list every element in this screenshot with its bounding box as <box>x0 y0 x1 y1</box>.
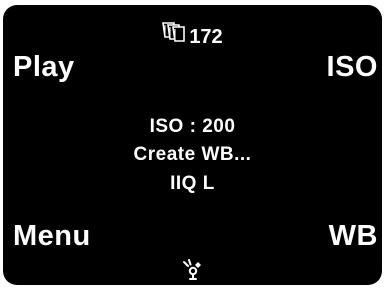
menu-softkey[interactable]: Menu <box>13 222 91 251</box>
connection-indicator <box>3 259 382 281</box>
frames-remaining-count: 172 <box>189 26 223 48</box>
play-softkey[interactable]: Play <box>13 53 75 82</box>
firewire-icon <box>182 259 201 280</box>
file-format-value: IIQ L <box>170 173 215 194</box>
wb-softkey[interactable]: WB <box>329 222 378 251</box>
camera-display: 172 Play ISO ISO : 200 Create WB... IIQ … <box>3 5 382 285</box>
stacked-frames-icon <box>162 22 186 42</box>
white-balance-value: Create WB... <box>133 144 252 165</box>
frames-remaining-indicator: 172 <box>3 17 382 47</box>
iso-value: ISO : 200 <box>149 116 236 137</box>
iso-softkey[interactable]: ISO <box>327 53 378 82</box>
